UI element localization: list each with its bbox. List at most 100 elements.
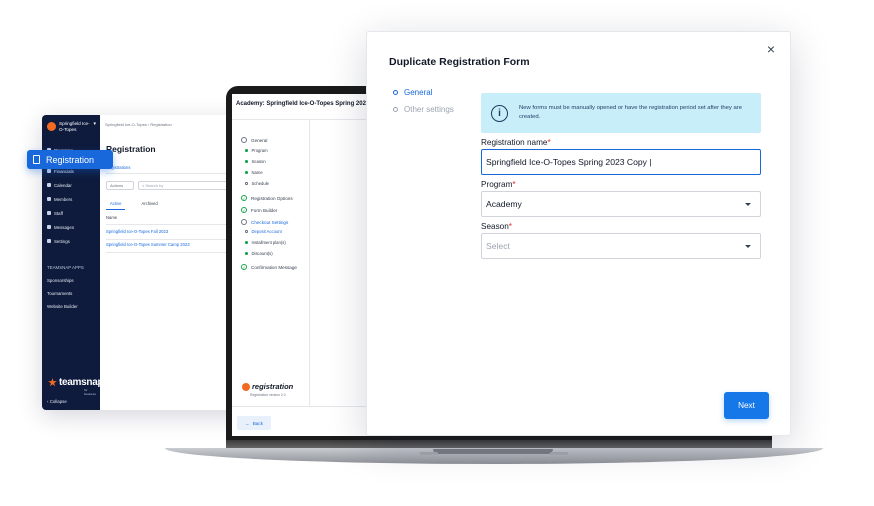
nav-item-calendar[interactable]: Calendar [47,178,99,192]
org-name: Springfield Ice-O-Topes [59,121,90,132]
caret-down-icon [745,245,751,248]
step-bullet-icon [393,107,398,112]
filter-row: Actions ⌕ Search by [106,181,228,190]
calendar-icon [47,183,51,187]
search-input[interactable]: ⌕ Search by [138,181,228,190]
info-icon: i [491,104,508,122]
registration-logo-icon [242,382,250,391]
registration-name-label: Registration name* [481,138,551,147]
teamsnap-wordmark: teamsnap [59,377,104,388]
collapse-button[interactable]: ‹ Collapse [47,399,67,404]
step-confirmation-message[interactable]: ✓ Confirmation Message [241,264,297,270]
info-banner: i New forms must be manually opened or h… [481,93,761,133]
step-installment-plans[interactable]: Installment plan(s) [245,240,286,245]
label-text: Program [481,180,513,189]
messages-icon [47,225,51,229]
step-general[interactable]: General [241,137,267,143]
builder-steps: General Program Season Name Schedule ✓ Re… [232,120,310,406]
nav-label: Staff [54,210,63,216]
close-icon[interactable]: × [764,42,778,56]
laptop-notch [433,449,553,454]
teamsnap-tagline: for business [84,388,96,396]
nav-label: Financials [54,168,74,174]
select-placeholder: Select [486,241,510,251]
registration-wordmark: registration [252,382,294,391]
step-season[interactable]: Season [245,159,266,164]
registration-name-input[interactable]: Springfield Ice-O-Topes Spring 2023 Copy… [481,149,761,175]
modal-nav-general[interactable]: General [393,84,454,101]
caret-down-icon [745,203,751,206]
back-button[interactable]: ← Back [237,416,271,430]
tab-archived[interactable]: Archived [141,201,157,210]
org-switcher[interactable]: Springfield Ice-O-Topes ▾ [42,115,100,133]
select-value: Academy [486,199,522,209]
teamsnap-star-icon [48,378,57,387]
input-value: Springfield Ice-O-Topes Spring 2023 Copy… [486,157,652,167]
modal-nav: General Other settings [393,84,454,118]
label-text: Registration name [481,138,548,147]
arrow-left-icon: ← [245,420,250,426]
nav-item-messages[interactable]: Messages [47,220,99,234]
step-schedule[interactable]: Schedule [245,181,269,186]
nav-label: Registration [46,154,95,165]
check-circle-icon: ✓ [241,195,247,201]
step-bullet-icon [393,90,398,95]
nav-item-registration[interactable]: Registration [27,150,113,169]
staff-icon [47,211,51,215]
program-select[interactable]: Academy [481,191,761,217]
nav-item-settings[interactable]: Settings [47,234,99,248]
complete-dot-icon [245,149,248,152]
nav-label: Settings [54,238,70,244]
members-icon [47,197,51,201]
chevron-down-icon: ▾ [93,121,96,127]
step-discounts[interactable]: Discount(s) [245,251,273,256]
program-label: Program* [481,180,516,189]
registration-icon [33,155,40,164]
app-item-sponsorships[interactable]: Sponsorships [42,274,100,287]
step-label: Form Builder [251,207,278,213]
step-circle-icon [241,137,247,143]
laptop-base-mark [420,452,438,455]
search-placeholder: Search by [145,183,164,188]
check-circle-icon: ✓ [241,207,247,213]
duplicate-form-modal: Duplicate Registration Form × General Ot… [366,31,791,436]
app-item-tournaments[interactable]: Tournaments [42,287,100,300]
laptop-base-mark [550,452,568,455]
step-registration-options[interactable]: ✓ Registration Options [241,195,293,201]
financials-icon [47,169,51,173]
step-deposit-account[interactable]: Deposit Account [245,229,282,234]
back-label: Back [252,420,263,426]
nav-item-members[interactable]: Members [47,192,99,206]
step-name[interactable]: Name [245,170,263,175]
step-label: Checkout Settings [251,219,289,225]
app-item-website-builder[interactable]: Website Builder [42,300,100,313]
complete-dot-icon [245,252,248,255]
collapse-label: Collapse [49,399,67,404]
nav-label: Members [54,196,73,202]
modal-nav-other-settings[interactable]: Other settings [393,101,454,118]
tab-active[interactable]: Active [106,201,126,210]
next-button[interactable]: Next [724,392,769,419]
builder-title: Academy: Springfield Ice-O-Topes Spring … [236,101,370,107]
pending-dot-icon [245,182,248,185]
registration-version: Registration version 2.0 [250,393,286,397]
step-program[interactable]: Program [245,148,268,153]
required-mark: * [508,222,512,231]
gear-icon [47,239,51,243]
step-label: Name [251,170,263,175]
required-mark: * [547,138,551,147]
step-label: General [251,137,268,143]
modal-nav-label: General [404,88,433,97]
complete-dot-icon [245,160,248,163]
step-checkout-settings[interactable]: Checkout Settings [241,219,288,225]
season-label: Season* [481,222,512,231]
step-label: Program [251,148,268,153]
nav-item-staff[interactable]: Staff [47,206,99,220]
apps-section: TEAMSNAP APPS Sponsorships Tournaments W… [42,261,100,313]
step-label: Deposit Account [251,229,282,234]
actions-dropdown[interactable]: Actions [106,181,134,190]
step-label: Installment plan(s) [251,240,286,245]
step-form-builder[interactable]: ✓ Form Builder [241,207,277,213]
season-select[interactable]: Select [481,233,761,259]
modal-title: Duplicate Registration Form [389,56,530,68]
